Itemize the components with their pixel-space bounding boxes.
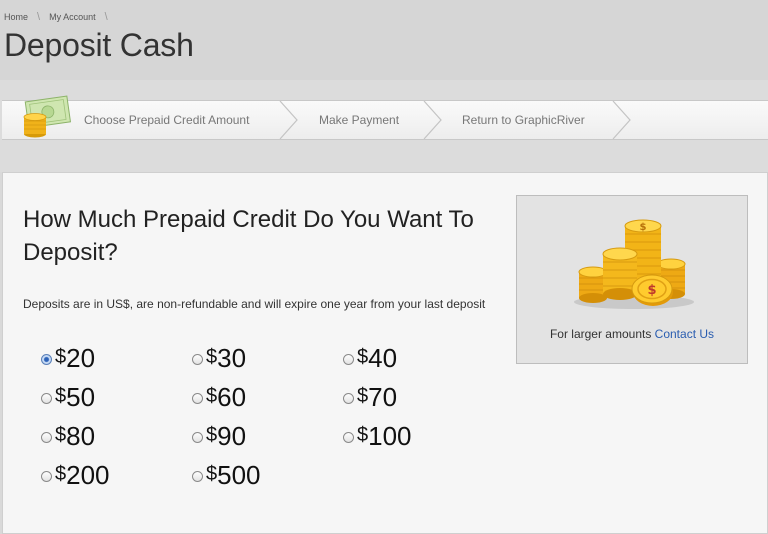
larger-amounts-text: For larger amounts Contact Us — [517, 327, 747, 341]
steps-band: Choose Prepaid Credit Amount Make Paymen… — [0, 80, 768, 172]
radio-button[interactable] — [41, 471, 52, 482]
deposit-panel: How Much Prepaid Credit Do You Want To D… — [2, 172, 768, 534]
radio-button[interactable] — [41, 432, 52, 443]
amount-value: 30 — [217, 343, 247, 373]
progress-steps: Choose Prepaid Credit Amount Make Paymen… — [2, 95, 768, 140]
amount-option-70[interactable]: $70 — [343, 382, 397, 415]
breadcrumb-my-account-link[interactable]: My Account — [49, 12, 96, 22]
svg-text:$: $ — [640, 222, 647, 233]
radio-button[interactable] — [192, 393, 203, 404]
page-header: Home \ My Account \ Deposit Cash — [0, 0, 768, 81]
step-return: Return to GraphicRiver — [462, 101, 585, 139]
svg-text:$: $ — [647, 283, 656, 298]
amount-option-100[interactable]: $100 — [343, 421, 412, 454]
deposit-note: Deposits are in US$, are non-refundable … — [23, 297, 486, 311]
radio-button[interactable] — [41, 354, 52, 365]
amount-value: 100 — [368, 421, 412, 451]
chevron-right-icon — [423, 101, 442, 139]
amount-value: 50 — [66, 382, 96, 412]
amount-option-20[interactable]: $20 — [41, 343, 95, 376]
cash-coins-icon — [23, 95, 72, 138]
radio-button[interactable] — [343, 432, 354, 443]
amount-option-200[interactable]: $200 — [41, 460, 110, 493]
breadcrumb: Home \ My Account \ — [4, 11, 117, 23]
step-make-payment: Make Payment — [319, 101, 399, 139]
breadcrumb-home-link[interactable]: Home — [4, 12, 28, 22]
larger-amounts-box: $ $ For larger amounts Contact Us — [516, 195, 748, 364]
page-title: Deposit Cash — [4, 27, 194, 63]
amount-option-90[interactable]: $90 — [192, 421, 246, 454]
amount-value: 20 — [66, 343, 96, 373]
step-label: Choose Prepaid Credit Amount — [84, 113, 250, 127]
radio-button[interactable] — [343, 393, 354, 404]
radio-button[interactable] — [343, 354, 354, 365]
amount-value: 80 — [66, 421, 96, 451]
radio-button[interactable] — [41, 393, 52, 404]
amount-option-80[interactable]: $80 — [41, 421, 95, 454]
amount-option-60[interactable]: $60 — [192, 382, 246, 415]
step-label: Make Payment — [319, 113, 400, 127]
deposit-question: How Much Prepaid Credit Do You Want To D… — [23, 206, 474, 266]
gold-coin-stacks-icon: $ $ — [574, 219, 694, 309]
contact-us-link[interactable]: Contact Us — [655, 327, 714, 341]
radio-button[interactable] — [192, 471, 203, 482]
amount-value: 70 — [368, 382, 398, 412]
radio-button[interactable] — [192, 354, 203, 365]
amount-value: 40 — [368, 343, 398, 373]
amount-value: 90 — [217, 421, 247, 451]
amount-option-500[interactable]: $500 — [192, 460, 261, 493]
step-label: Return to GraphicRiver — [462, 113, 585, 127]
breadcrumb-separator: \ — [104, 11, 108, 23]
amount-option-40[interactable]: $40 — [343, 343, 397, 376]
chevron-right-icon — [279, 101, 298, 139]
radio-button[interactable] — [192, 432, 203, 443]
amount-option-30[interactable]: $30 — [192, 343, 246, 376]
chevron-right-icon — [612, 101, 631, 139]
breadcrumb-separator: \ — [37, 11, 41, 23]
larger-amounts-label: For larger amounts — [549, 327, 652, 341]
step-choose-amount: Choose Prepaid Credit Amount — [84, 101, 249, 139]
amount-option-50[interactable]: $50 — [41, 382, 95, 415]
amount-value: 200 — [66, 460, 110, 490]
amount-value: 500 — [217, 460, 261, 490]
amount-value: 60 — [217, 382, 247, 412]
